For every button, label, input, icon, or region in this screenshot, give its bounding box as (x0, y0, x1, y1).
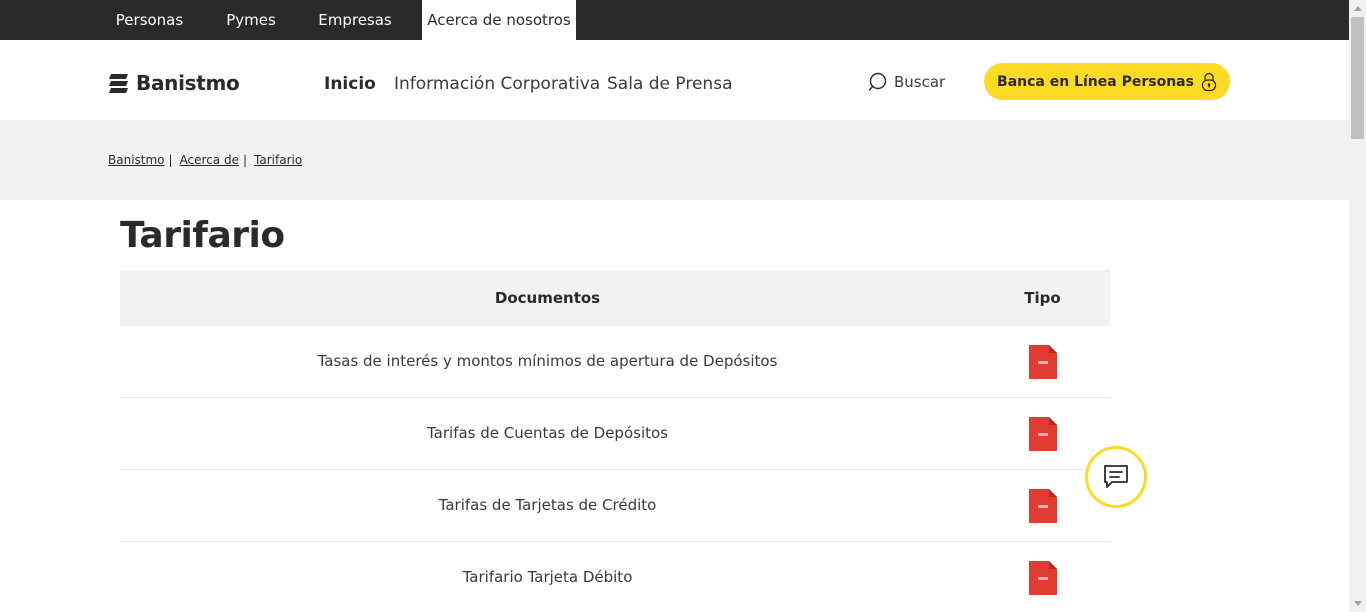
banca-en-linea-button[interactable]: Banca en Línea Personas (984, 63, 1230, 100)
table-row: Tarifas de Tarjetas de Crédito (120, 470, 1110, 542)
column-header-tipo: Tipo (1024, 289, 1061, 307)
logo-text: Banistmo (136, 71, 240, 95)
tab-empresas[interactable]: Empresas (311, 0, 399, 40)
search-label: Buscar (894, 73, 946, 91)
table-row: Tasas de interés y montos mínimos de ape… (120, 326, 1110, 398)
table-header: Documentos Tipo (120, 270, 1110, 326)
nav-inicio[interactable]: Inicio (324, 74, 376, 94)
tab-pymes[interactable]: Pymes (216, 0, 286, 40)
scroll-down-arrow-icon[interactable] (1349, 595, 1366, 612)
document-type-cell (975, 326, 1110, 397)
chat-button[interactable] (1085, 446, 1147, 508)
main-header: Banistmo Inicio Información Corporativa … (0, 40, 1349, 120)
pdf-icon[interactable] (1028, 488, 1057, 523)
document-name: Tarifas de Cuentas de Depósitos (426, 424, 668, 442)
page-scrollbar[interactable] (1349, 0, 1366, 612)
chat-icon (1104, 465, 1128, 488)
nav-informacion-corporativa[interactable]: Información Corporativa (394, 74, 600, 94)
pdf-icon[interactable] (1028, 344, 1057, 379)
cta-label: Banca en Línea Personas (997, 73, 1194, 90)
top-segment-bar: Personas Pymes Empresas Acerca de nosotr… (0, 0, 1349, 40)
pdf-icon[interactable] (1028, 416, 1057, 451)
breadcrumb-separator: | (168, 153, 173, 167)
column-header-documentos: Documentos (494, 289, 601, 307)
page-title: Tarifario (120, 215, 285, 256)
lock-icon (1201, 72, 1217, 91)
document-name: Tarifario Tarjeta Débito (462, 568, 633, 586)
breadcrumb-band: Banistmo | Acerca de | Tarifario (0, 120, 1349, 200)
pdf-icon[interactable] (1028, 560, 1057, 595)
document-type-cell (975, 542, 1110, 612)
scrollbar-thumb[interactable] (1351, 17, 1364, 139)
tab-acerca-de-nosotros[interactable]: Acerca de nosotros (422, 0, 576, 40)
breadcrumb-tarifario[interactable]: Tarifario (254, 153, 302, 167)
search-icon (868, 72, 887, 91)
banistmo-logo[interactable]: Banistmo (108, 71, 240, 95)
breadcrumb-acerca-de[interactable]: Acerca de (180, 153, 239, 167)
table-row: Tarifas de Cuentas de Depósitos (120, 398, 1110, 470)
scroll-up-arrow-icon[interactable] (1349, 0, 1366, 17)
table-row: Tarifario Tarjeta Débito (120, 542, 1110, 612)
nav-sala-de-prensa[interactable]: Sala de Prensa (607, 74, 732, 94)
banistmo-logo-mark-icon (109, 74, 128, 93)
tarifario-table: Documentos Tipo Tasas de interés y monto… (120, 270, 1110, 612)
breadcrumb-banistmo[interactable]: Banistmo (108, 153, 165, 167)
search-button[interactable]: Buscar (868, 71, 945, 93)
breadcrumb-separator: | (242, 153, 248, 167)
document-name: Tasas de interés y montos mínimos de ape… (317, 352, 778, 370)
breadcrumb: Banistmo | Acerca de | Tarifario (108, 153, 302, 167)
document-name: Tarifas de Tarjetas de Crédito (438, 496, 657, 514)
tab-personas[interactable]: Personas (108, 0, 191, 40)
